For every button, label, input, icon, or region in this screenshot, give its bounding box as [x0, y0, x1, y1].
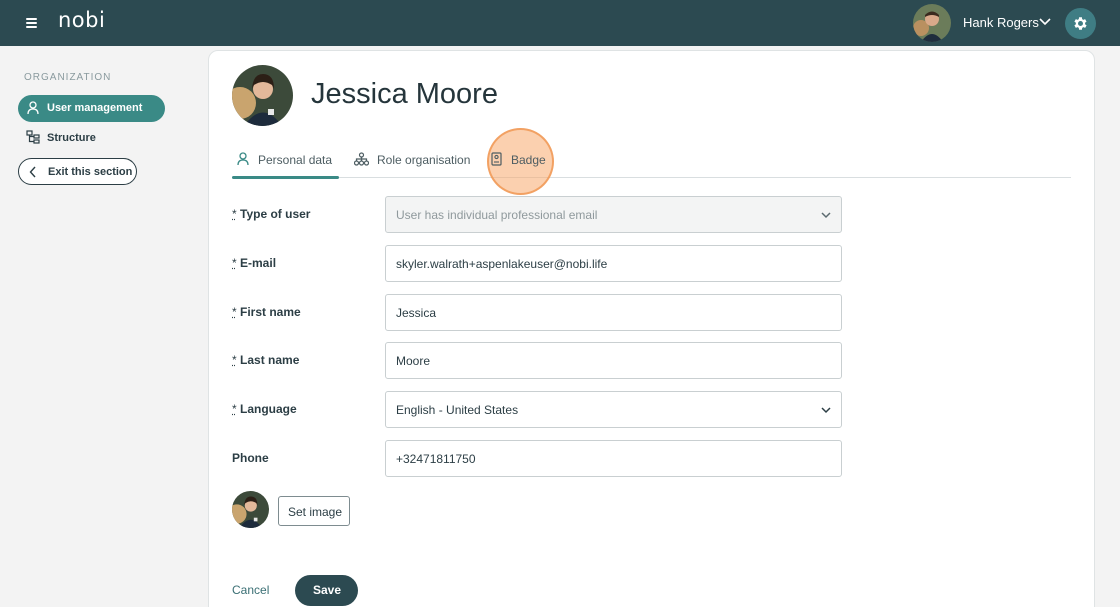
- hamburger-menu-icon[interactable]: [22, 14, 42, 32]
- user-avatar[interactable]: [913, 4, 951, 42]
- profile-image-preview: [232, 491, 269, 528]
- chevron-down-icon: [820, 404, 832, 416]
- language-select[interactable]: English - United States: [385, 391, 842, 428]
- type-of-user-label: * Type of user: [232, 207, 310, 221]
- tab-label: Role organisation: [377, 153, 470, 167]
- tab-label: Personal data: [258, 153, 332, 167]
- structure-icon: [26, 130, 40, 144]
- email-label: * E-mail: [232, 256, 276, 270]
- exit-section-button[interactable]: Exit this section: [18, 158, 137, 185]
- app-logo[interactable]: nobi: [58, 8, 105, 32]
- active-tab-indicator: [232, 176, 339, 179]
- phone-label: Phone: [232, 451, 269, 465]
- type-of-user-select[interactable]: User has individual professional email: [385, 196, 842, 233]
- gear-icon: [1072, 15, 1089, 32]
- page-title: Jessica Moore: [311, 78, 498, 111]
- settings-button[interactable]: [1065, 8, 1096, 39]
- first-name-label: * First name: [232, 305, 301, 319]
- set-image-button[interactable]: Set image: [278, 496, 350, 526]
- tab-personal-data[interactable]: Personal data: [232, 148, 339, 178]
- user-icon: [27, 101, 39, 115]
- save-button[interactable]: Save: [295, 575, 358, 606]
- org-chart-icon: [354, 152, 369, 166]
- profile-avatar: [232, 65, 293, 126]
- sidebar-item-structure[interactable]: Structure: [18, 127, 165, 149]
- tab-badge[interactable]: Badge: [488, 148, 550, 178]
- last-name-label: * Last name: [232, 353, 299, 367]
- tab-role-organisation[interactable]: Role organisation: [352, 148, 474, 178]
- sidebar-item-label: User management: [47, 102, 142, 114]
- cancel-button[interactable]: Cancel: [232, 583, 269, 597]
- chevron-down-icon[interactable]: [1038, 15, 1052, 29]
- language-label: * Language: [232, 402, 297, 416]
- chevron-down-icon: [820, 209, 832, 221]
- badge-icon: [491, 152, 502, 166]
- first-name-field[interactable]: Jessica: [385, 294, 842, 331]
- chevron-left-icon: [29, 166, 37, 178]
- top-bar: nobi Hank Rogers: [0, 0, 1120, 46]
- sidebar-section-label: ORGANIZATION: [24, 72, 111, 83]
- person-icon: [237, 152, 249, 166]
- email-field[interactable]: skyler.walrath+aspenlakeuser@nobi.life: [385, 245, 842, 282]
- sidebar-item-label: Structure: [47, 132, 96, 144]
- tab-label: Badge: [511, 153, 546, 167]
- last-name-field[interactable]: Moore: [385, 342, 842, 379]
- phone-field[interactable]: +32471811750: [385, 440, 842, 477]
- user-name[interactable]: Hank Rogers: [963, 15, 1039, 30]
- sidebar-item-user-management[interactable]: User management: [18, 95, 165, 122]
